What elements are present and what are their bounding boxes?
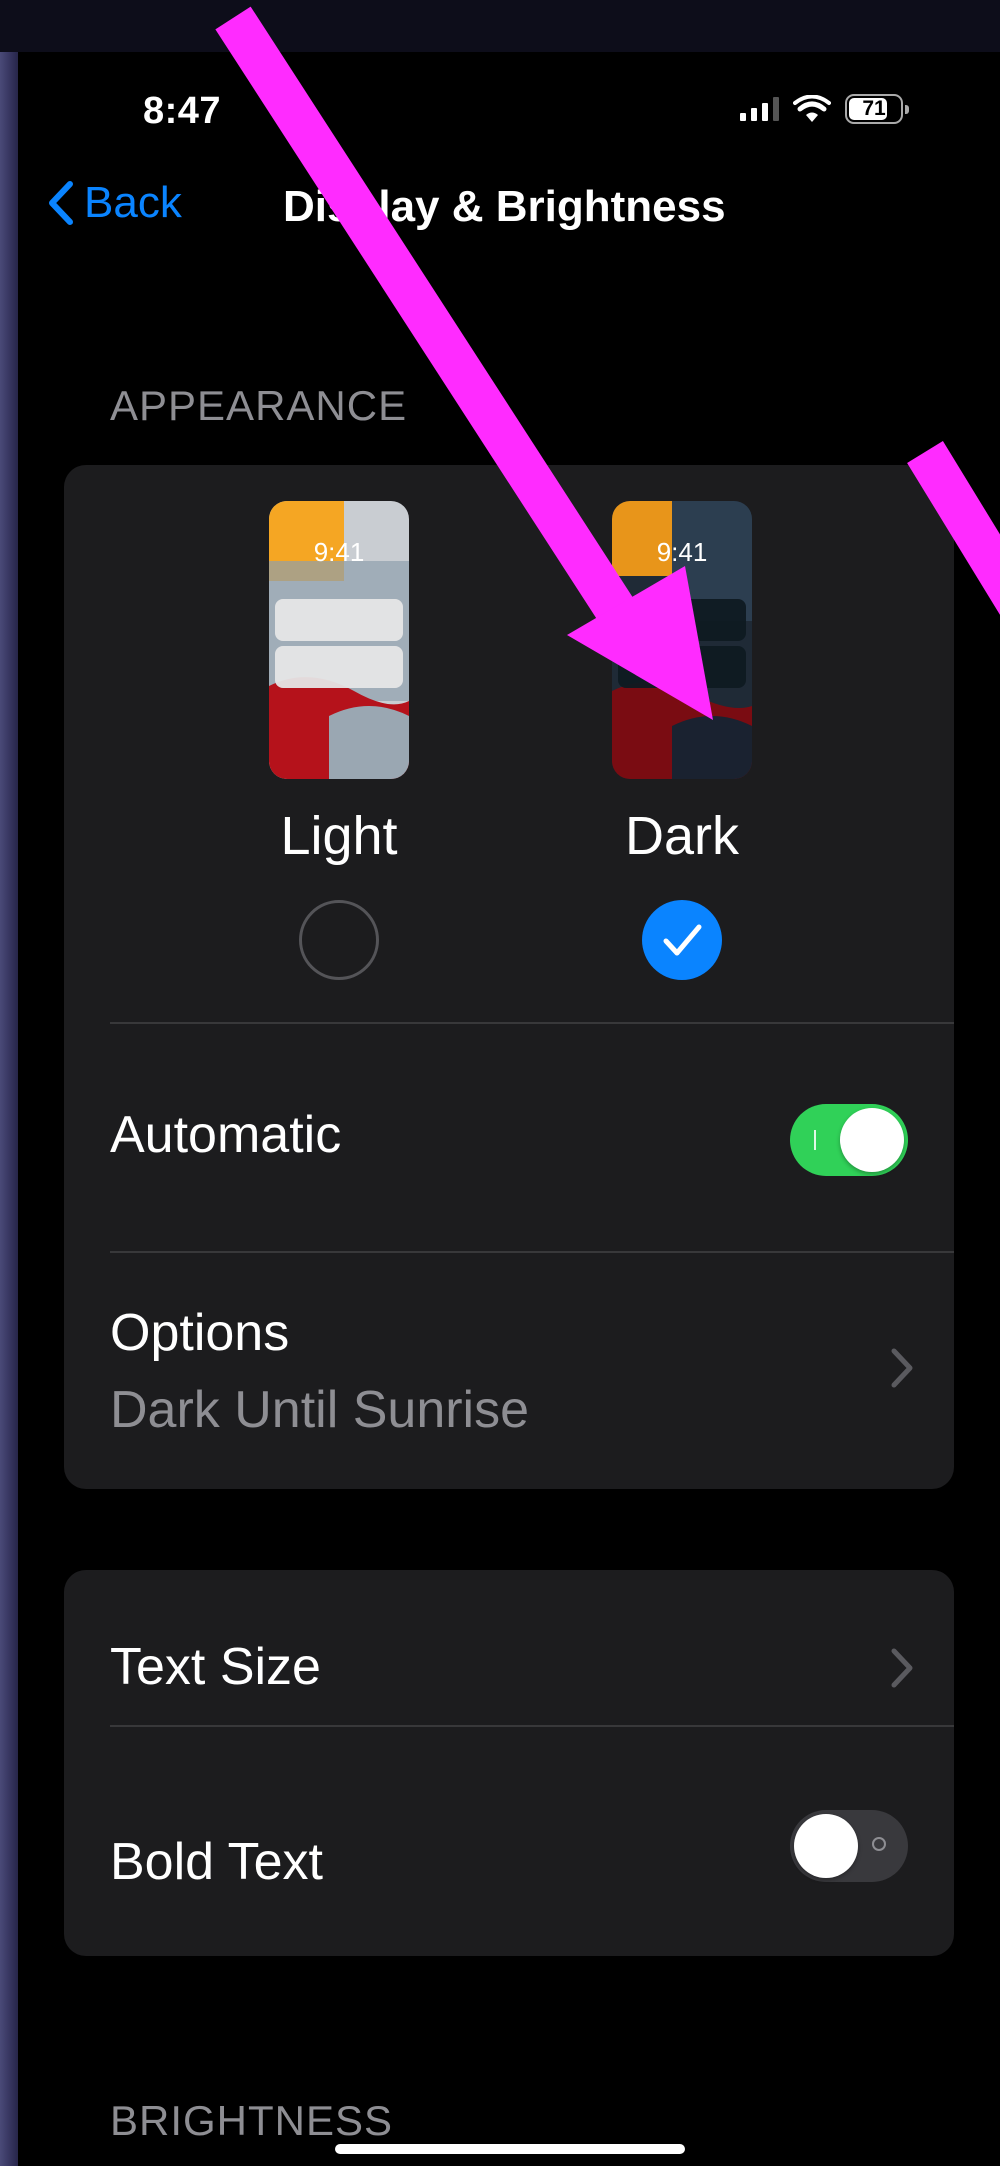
options-label: Options (110, 1304, 290, 1362)
bold-text-toggle[interactable] (790, 1810, 908, 1882)
light-radio-button[interactable] (299, 900, 379, 980)
text-settings-card: Text Size Bold Text (64, 1570, 954, 1956)
top-band (0, 0, 1000, 52)
divider (110, 1022, 954, 1024)
chevron-left-icon (49, 181, 73, 225)
navigation-bar: Back Display & Brightness (18, 170, 1000, 240)
back-button[interactable]: Back (46, 178, 182, 228)
light-preview-thumbnail[interactable]: 9:41 (269, 501, 409, 779)
dark-label: Dark (624, 806, 739, 866)
brightness-header: BRIGHTNESS (110, 2097, 394, 2144)
automatic-label: Automatic (110, 1106, 342, 1164)
wifi-icon (793, 95, 831, 122)
divider (110, 1251, 954, 1253)
status-time: 8:47 (143, 90, 222, 132)
battery-level: 71 (862, 97, 886, 120)
appearance-header: APPEARANCE (110, 382, 408, 429)
status-bar: 8:47 71 (18, 82, 1000, 142)
dark-preview-time: 9:41 (656, 537, 708, 567)
options-value: Dark Until Sunrise (110, 1381, 530, 1439)
status-icons: 71 (740, 94, 909, 124)
appearance-card: 9:41 Light 9:41 Dark Automatic Options D… (64, 465, 954, 1489)
page-title: Display & Brightness (283, 182, 726, 231)
chevron-right-icon (891, 1348, 913, 1388)
back-label: Back (84, 178, 182, 227)
divider (110, 1725, 954, 1727)
dark-radio-button-selected[interactable] (642, 900, 722, 980)
text-size-label: Text Size (110, 1638, 321, 1696)
battery-icon: 71 (845, 94, 909, 124)
home-indicator[interactable] (335, 2144, 685, 2154)
checkmark-icon (663, 924, 702, 956)
bold-text-label: Bold Text (110, 1833, 323, 1891)
automatic-toggle[interactable] (790, 1104, 908, 1176)
dark-preview-thumbnail[interactable]: 9:41 (612, 501, 752, 779)
chevron-right-icon (891, 1648, 913, 1688)
signal-icon (740, 97, 779, 121)
light-label: Light (280, 806, 398, 866)
light-preview-time: 9:41 (313, 537, 365, 567)
